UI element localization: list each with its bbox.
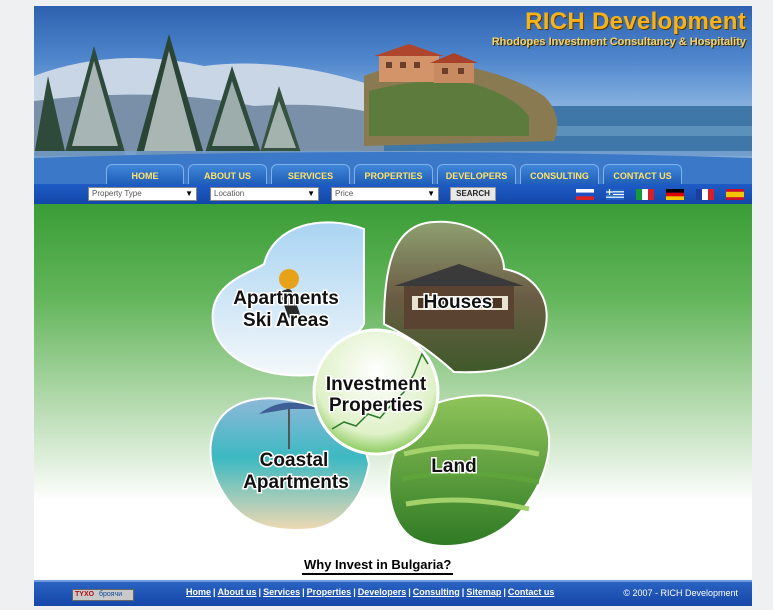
label-coastal: Coastal: [260, 450, 329, 471]
price-value: Price: [335, 189, 354, 198]
hotel-building: [374, 44, 478, 83]
nav-properties[interactable]: PROPERTIES: [354, 164, 433, 185]
counter-text: броячи: [99, 591, 123, 598]
brand-subtitle: Rhodopes Investment Consultancy & Hospit…: [491, 36, 746, 48]
russian-flag-icon[interactable]: [576, 189, 594, 200]
dropdown-arrow-icon: ▼: [427, 189, 435, 198]
property-type-value: Property Type: [92, 189, 142, 198]
main-content: Apartments Ski Areas Houses Coastal Apar…: [34, 204, 752, 576]
footer-links: Home | About us | Services | Properties | Develo…: [186, 587, 555, 597]
label-apartments: Apartments: [233, 288, 339, 309]
page: RICH Development Rhodopes Investment Con…: [34, 6, 752, 606]
french-flag-icon[interactable]: [696, 189, 714, 200]
search-button[interactable]: SEARCH: [450, 187, 496, 201]
snowboarder-icon: [279, 269, 299, 289]
center-investment-properties[interactable]: Investment Properties: [312, 328, 440, 456]
main-nav: HOME ABOUT US SERVICES PROPERTIES DEVELO…: [34, 164, 752, 186]
footer-link-home[interactable]: Home: [186, 587, 211, 597]
footer-link-developers[interactable]: Developers: [358, 587, 407, 597]
label-investment: Investment: [326, 374, 427, 395]
german-flag-icon[interactable]: [666, 189, 684, 200]
header-banner: RICH Development Rhodopes Investment Con…: [34, 6, 752, 184]
nav-services[interactable]: SERVICES: [271, 164, 350, 185]
label-houses: Houses: [424, 292, 493, 313]
nav-about-us[interactable]: ABOUT US: [188, 164, 267, 185]
footer-link-contact-us[interactable]: Contact us: [508, 587, 555, 597]
nav-contact-us[interactable]: CONTACT US: [603, 164, 682, 185]
nav-developers[interactable]: DEVELOPERS: [437, 164, 516, 185]
spanish-flag-icon[interactable]: [726, 189, 744, 200]
footer-link-about-us[interactable]: About us: [218, 587, 257, 597]
location-value: Location: [214, 189, 245, 198]
footer-link-services[interactable]: Services: [263, 587, 300, 597]
footer-link-sitemap[interactable]: Sitemap: [466, 587, 501, 597]
why-invest-link[interactable]: Why Invest in Bulgaria?: [302, 557, 454, 575]
property-type-select[interactable]: Property Type ▼: [88, 187, 197, 201]
copyright: © 2007 - RICH Development: [623, 588, 738, 598]
label-coastal-apartments: Apartments: [243, 472, 349, 493]
brand-title: RICH Development: [525, 8, 746, 35]
greek-flag-icon[interactable]: [606, 189, 624, 200]
dropdown-arrow-icon: ▼: [307, 189, 315, 198]
footer-link-consulting[interactable]: Consulting: [413, 587, 460, 597]
label-properties: Properties: [329, 395, 423, 416]
counter-logo: TYXO: [75, 591, 95, 598]
tyxo-counter-badge[interactable]: TYXO броячи: [72, 589, 134, 601]
price-select[interactable]: Price ▼: [331, 187, 439, 201]
brand: RICH Development Rhodopes Investment Con…: [492, 8, 746, 49]
nav-consulting[interactable]: CONSULTING: [520, 164, 599, 185]
footer-link-properties[interactable]: Properties: [307, 587, 352, 597]
footer: TYXO броячи Home | About us | Services | Prope…: [34, 580, 752, 606]
clover-menu: Apartments Ski Areas Houses Coastal Apar…: [209, 220, 551, 547]
nav-home[interactable]: HOME: [106, 164, 184, 185]
label-land: Land: [431, 456, 476, 477]
dropdown-arrow-icon: ▼: [185, 189, 193, 198]
italian-flag-icon[interactable]: [636, 189, 654, 200]
label-ski-areas: Ski Areas: [243, 310, 329, 331]
search-bar: Property Type ▼ Location ▼ Price ▼ SEARC…: [34, 184, 752, 204]
location-select[interactable]: Location ▼: [210, 187, 319, 201]
